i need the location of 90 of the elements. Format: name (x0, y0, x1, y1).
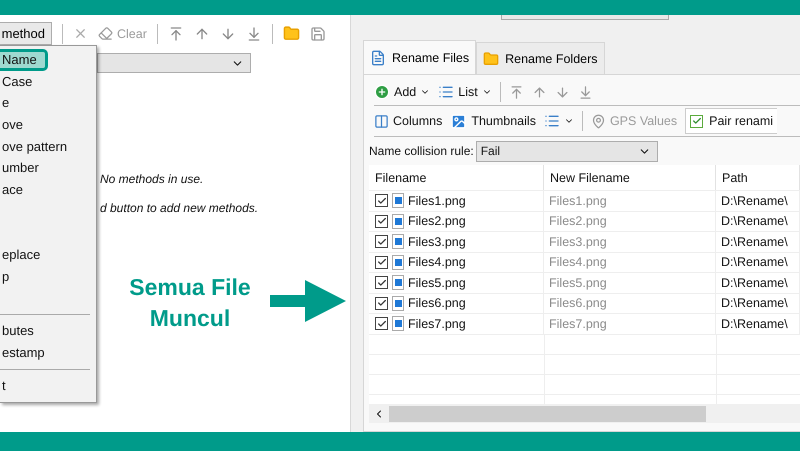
checkbox[interactable] (375, 194, 388, 208)
collision-label: Name collision rule: (369, 144, 474, 158)
image-icon (450, 112, 468, 130)
arrow-down-icon[interactable] (220, 26, 236, 42)
arrow-up-icon[interactable] (194, 26, 210, 42)
checkbox[interactable] (375, 256, 388, 269)
column-header[interactable]: Path (716, 165, 800, 190)
table-cell: D:\Rename\ (721, 234, 788, 249)
pair-rename-toggle[interactable]: Pair renami (685, 108, 778, 134)
list-button[interactable]: List (438, 84, 492, 100)
table-cell: Files4.png (549, 255, 607, 270)
table-cell: Files2.png (549, 214, 607, 228)
gps-values-button: GPS Values (590, 114, 678, 128)
menu-item[interactable]: p (0, 266, 96, 288)
folder-icon (483, 50, 500, 66)
scrollbar[interactable] (369, 404, 800, 423)
list-icon (544, 113, 560, 129)
menu-item[interactable]: ove (0, 114, 96, 136)
list-icon (438, 84, 454, 100)
menu-item[interactable]: ove pattern (0, 136, 96, 158)
move-top-icon[interactable] (508, 84, 524, 100)
table-cell: Files7.png (408, 316, 466, 331)
menu-item[interactable]: umber (0, 157, 96, 180)
menu-item[interactable]: eplace (0, 244, 96, 266)
move-bottom-icon[interactable] (246, 26, 262, 42)
image-file-icon (392, 254, 404, 270)
image-file-icon (392, 214, 404, 229)
menu-item[interactable]: Name (0, 49, 48, 71)
menu-item[interactable]: estamp (0, 342, 96, 364)
table-cell: D:\Rename\ (721, 316, 788, 331)
tab[interactable]: Rename Files (363, 40, 476, 74)
columns-button[interactable]: Columns (374, 114, 442, 128)
add-method-button[interactable]: method (0, 22, 52, 45)
table-cell: D:\Rename\ (721, 214, 788, 228)
table-cell: Files5.png (408, 276, 466, 290)
table-cell: Files2.png (408, 214, 466, 228)
table-cell: D:\Rename\ (721, 276, 788, 290)
image-file-icon (392, 296, 404, 311)
empty-message: No methods in use. (100, 172, 204, 186)
thumbnails-button[interactable]: Thumbnails (450, 112, 536, 130)
menu-item[interactable]: Case (0, 70, 96, 92)
eraser-icon (98, 26, 113, 41)
table-cell: Files5.png (549, 276, 607, 290)
column-header[interactable]: New Filename (544, 165, 716, 190)
add-button[interactable]: Add (374, 84, 430, 100)
checkbox[interactable] (375, 296, 388, 310)
menu-item[interactable]: e (0, 92, 96, 114)
arrow-up-icon[interactable] (532, 84, 547, 100)
list-view-button[interactable] (544, 113, 574, 129)
menu-item[interactable]: t (0, 374, 96, 396)
checkbox[interactable] (375, 214, 388, 228)
image-file-icon (392, 234, 404, 250)
checkbox[interactable] (375, 235, 388, 248)
save-icon[interactable] (310, 26, 326, 42)
pin-icon (590, 114, 606, 128)
table-cell: Files3.png (549, 234, 607, 249)
folder-icon[interactable] (282, 25, 300, 42)
table-cell: D:\Rename\ (721, 255, 788, 270)
move-top-icon[interactable] (168, 26, 184, 42)
image-file-icon (392, 193, 404, 208)
image-file-icon (392, 316, 404, 332)
table-cell: Files1.png (549, 194, 607, 208)
table-cell: Files7.png (549, 316, 607, 331)
table-cell: Files1.png (408, 194, 466, 208)
table-cell: D:\Rename\ (721, 296, 788, 310)
table-cell: Files4.png (408, 255, 466, 270)
image-file-icon (392, 275, 404, 290)
arrow-icon (270, 280, 346, 322)
annotation-text: Semua File Muncul (128, 273, 252, 333)
close-icon[interactable] (73, 26, 88, 41)
hint-message: d button to add new methods. (100, 201, 260, 215)
collision-dropdown[interactable]: Fail (476, 140, 658, 162)
arrow-down-icon[interactable] (554, 84, 570, 100)
tab[interactable]: Rename Folders (476, 42, 605, 74)
table-cell: D:\Rename\ (721, 194, 788, 208)
checkbox[interactable] (375, 276, 388, 290)
checkbox-icon (690, 114, 704, 128)
table-cell: Files3.png (408, 234, 466, 249)
column-header[interactable]: Filename (369, 165, 544, 190)
move-bottom-icon[interactable] (578, 84, 593, 100)
menu-item[interactable]: ace (0, 179, 96, 201)
plus-icon (374, 84, 390, 100)
checkbox[interactable] (375, 317, 388, 330)
columns-icon (374, 114, 389, 128)
text-field[interactable] (501, 15, 669, 20)
document-icon (370, 50, 386, 66)
menu-item[interactable]: butes (0, 320, 96, 342)
table-cell: Files6.png (549, 296, 607, 310)
table-cell: Files6.png (408, 296, 466, 310)
dropdown-field[interactable] (97, 53, 251, 73)
